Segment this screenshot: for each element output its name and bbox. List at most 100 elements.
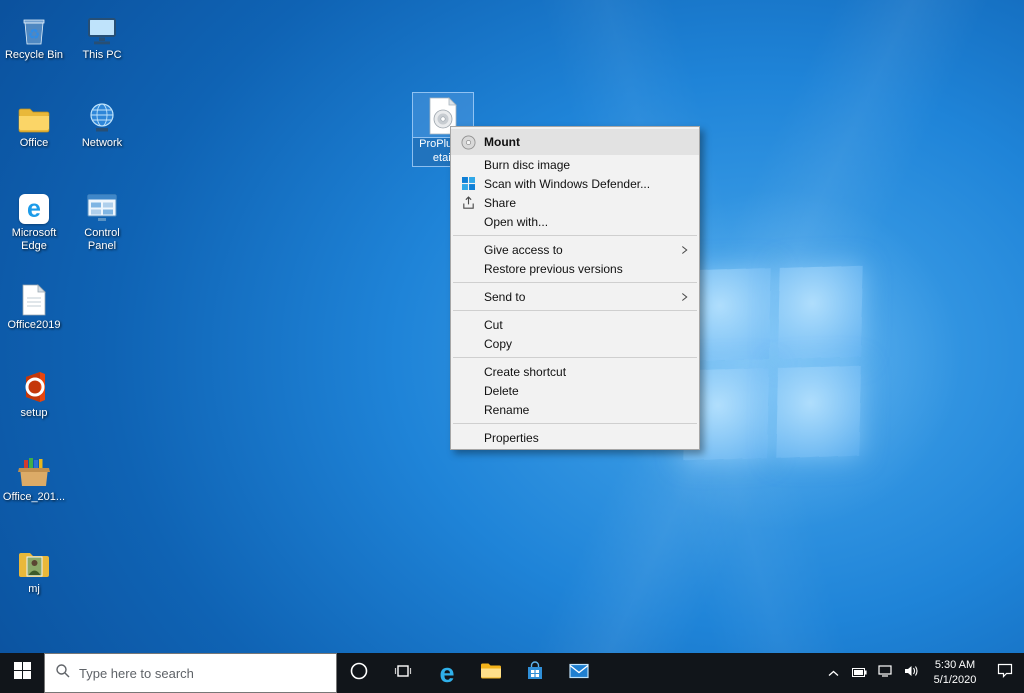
menu-item-label: Cut: [484, 318, 503, 332]
menu-item-label: Burn disc image: [484, 158, 570, 172]
recycle-bin-icon: ♻: [20, 10, 48, 46]
menu-item-label: Mount: [484, 135, 520, 149]
icon-label: setup: [21, 407, 48, 420]
search-icon: [55, 663, 71, 684]
desktop-wallpaper[interactable]: ♻ Recycle Bin Office e Microsoft Edge: [0, 0, 1024, 653]
search-input[interactable]: [79, 666, 326, 681]
context-menu-item-send-to[interactable]: Send to: [451, 287, 699, 306]
network-button[interactable]: [872, 653, 898, 693]
desktop-icon-this-pc[interactable]: This PC: [70, 10, 134, 62]
store-taskbar-button[interactable]: [513, 653, 557, 693]
menu-item-label: Give access to: [484, 243, 563, 257]
icon-label: Office: [20, 137, 49, 150]
menu-separator: [453, 357, 697, 358]
mail-taskbar-button[interactable]: [557, 653, 601, 693]
control-panel-icon: [86, 188, 118, 224]
icon-label: mj: [28, 583, 40, 596]
desktop-icon-control-panel[interactable]: Control Panel: [70, 188, 134, 252]
menu-item-label: Properties: [484, 431, 539, 445]
menu-item-label: Open with...: [484, 215, 548, 229]
folder-icon: [17, 98, 51, 134]
mail-icon: [569, 663, 589, 684]
desktop-icon-office[interactable]: Office: [2, 98, 66, 150]
desktop-icon-microsoft-edge[interactable]: e Microsoft Edge: [2, 188, 66, 252]
task-view-button[interactable]: [381, 653, 425, 693]
menu-item-label: Copy: [484, 337, 512, 351]
context-menu-item-properties[interactable]: Properties: [451, 428, 699, 447]
tray-expand-button[interactable]: [820, 653, 846, 693]
menu-item-label: Scan with Windows Defender...: [484, 177, 650, 191]
pictures-folder-icon: [17, 544, 51, 580]
notification-center-button[interactable]: [986, 653, 1024, 693]
menu-item-label: Share: [484, 196, 516, 210]
desktop-icon-office-201[interactable]: Office_201...: [2, 452, 66, 504]
desktop-icon-office2019[interactable]: Office2019: [2, 280, 66, 332]
start-button[interactable]: [0, 653, 44, 693]
chevron-up-icon: [828, 664, 839, 682]
desktop-icon-recycle-bin[interactable]: ♻ Recycle Bin: [2, 10, 66, 62]
icon-label: Control Panel: [70, 227, 134, 252]
disc-icon: [460, 134, 476, 150]
icon-label: Network: [82, 137, 122, 150]
cortana-icon: [349, 661, 369, 686]
svg-text:♻: ♻: [28, 26, 41, 42]
icon-label: Office2019: [7, 319, 60, 332]
menu-separator: [453, 423, 697, 424]
context-menu-item-give-access-to[interactable]: Give access to: [451, 240, 699, 259]
windows-logo-pane: [778, 266, 863, 359]
desktop-icon-mj[interactable]: mj: [2, 544, 66, 596]
windows-logo: [683, 266, 862, 461]
context-menu-item-cut[interactable]: Cut: [451, 315, 699, 334]
context-menu-item-mount[interactable]: Mount: [451, 129, 699, 155]
icon-label: Office_201...: [3, 491, 65, 504]
edge-icon: e: [19, 188, 49, 224]
chevron-right-icon: [681, 245, 688, 255]
context-menu: Mount Burn disc image Scan with Windows …: [450, 126, 700, 450]
menu-separator: [453, 310, 697, 311]
battery-button[interactable]: [846, 653, 872, 693]
menu-item-label: Rename: [484, 403, 529, 417]
menu-separator: [453, 235, 697, 236]
task-view-icon: [394, 662, 412, 685]
screen: ♻ Recycle Bin Office e Microsoft Edge: [0, 0, 1024, 693]
context-menu-item-share[interactable]: Share: [451, 193, 699, 212]
icon-label: Recycle Bin: [5, 49, 63, 62]
windows-logo-pane: [776, 365, 861, 458]
store-icon: [526, 661, 544, 686]
box-icon: [17, 452, 51, 488]
cortana-button[interactable]: [337, 653, 381, 693]
context-menu-item-delete[interactable]: Delete: [451, 381, 699, 400]
desktop-icon-setup[interactable]: setup: [2, 368, 66, 420]
edge-taskbar-button[interactable]: e: [425, 653, 469, 693]
office-setup-icon: [19, 368, 49, 404]
context-menu-item-rename[interactable]: Rename: [451, 400, 699, 419]
context-menu-item-copy[interactable]: Copy: [451, 334, 699, 353]
file-explorer-taskbar-button[interactable]: [469, 653, 513, 693]
windows-start-icon: [14, 662, 31, 684]
file-explorer-icon: [480, 662, 502, 685]
computer-icon: [86, 10, 118, 46]
system-tray: 5:30 AM 5/1/2020: [820, 653, 1024, 693]
context-menu-item-restore-previous-versions[interactable]: Restore previous versions: [451, 259, 699, 278]
menu-item-label: Delete: [484, 384, 519, 398]
taskbar-clock[interactable]: 5:30 AM 5/1/2020: [924, 653, 986, 693]
context-menu-item-open-with[interactable]: Open with...: [451, 212, 699, 231]
taskbar: e: [0, 653, 1024, 693]
menu-item-label: Create shortcut: [484, 365, 566, 379]
icon-label: Microsoft Edge: [2, 227, 66, 252]
volume-button[interactable]: [898, 653, 924, 693]
menu-separator: [453, 282, 697, 283]
context-menu-item-scan-with-windows-defender[interactable]: Scan with Windows Defender...: [451, 174, 699, 193]
share-icon: [460, 195, 476, 211]
network-globe-icon: [86, 98, 118, 134]
menu-item-label: Restore previous versions: [484, 262, 623, 276]
context-menu-item-burn-disc-image[interactable]: Burn disc image: [451, 155, 699, 174]
taskbar-search[interactable]: [44, 653, 337, 693]
document-icon: [21, 280, 47, 316]
context-menu-item-create-shortcut[interactable]: Create shortcut: [451, 362, 699, 381]
notification-icon: [997, 663, 1013, 683]
desktop-icon-network[interactable]: Network: [70, 98, 134, 150]
defender-icon: [460, 176, 476, 192]
menu-item-label: Send to: [484, 290, 525, 304]
volume-icon: [904, 664, 918, 682]
